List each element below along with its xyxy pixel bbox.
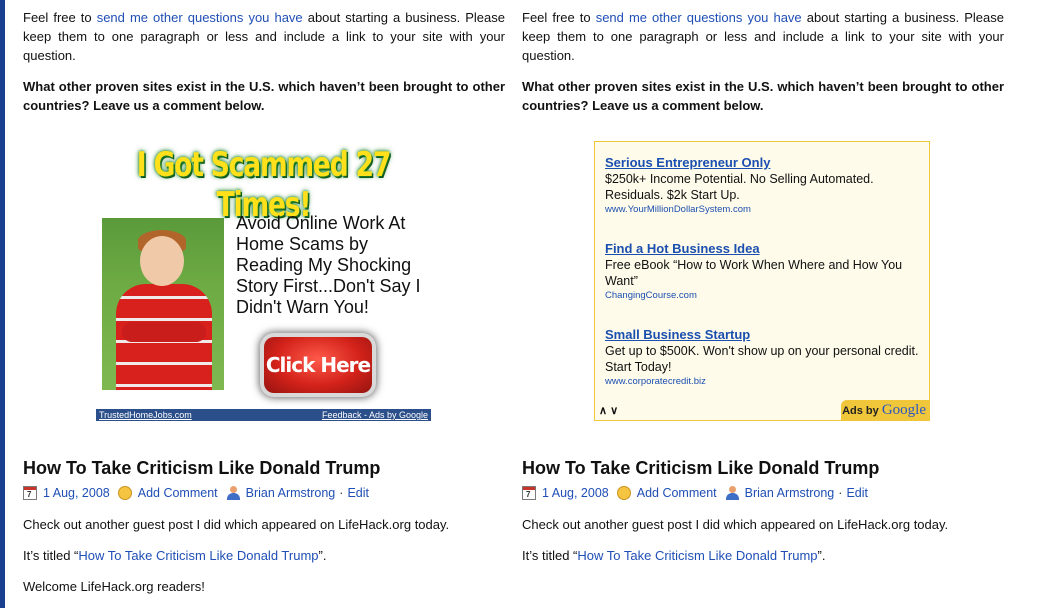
question-paragraph: What other proven sites exist in the U.S… (23, 79, 505, 113)
click-here-button[interactable]: Click Here (264, 337, 372, 393)
titled-text: It’s titled “ (23, 548, 79, 563)
post-title[interactable]: How To Take Criticism Like Donald Trump (522, 458, 879, 479)
ad-description: Get up to $500K. Won't show up on your p… (605, 344, 919, 374)
titled-text-end: ”. (817, 548, 826, 563)
google-text-ad: Serious Entrepreneur Only $250k+ Income … (594, 141, 930, 421)
ad-url[interactable]: www.YourMillionDollarSystem.com (605, 203, 921, 216)
ad-title-link[interactable]: Small Business Startup (605, 327, 921, 343)
ads-by-label: Ads by (842, 405, 882, 417)
ad-unit: Find a Hot Business Idea Free eBook “How… (605, 241, 921, 302)
google-logo: Google (881, 402, 926, 418)
send-questions-link[interactable]: send me other questions you have (596, 10, 802, 25)
comment-bubble-icon (117, 486, 132, 500)
calendar-day: 7 (27, 490, 32, 499)
post-meta: 7 1 Aug, 2008 Add Comment Brian Armstron… (522, 486, 868, 500)
post-column-left: Feel free to send me other questions you… (23, 0, 505, 594)
ad-title-link[interactable]: Serious Entrepreneur Only (605, 155, 921, 171)
titled-text: It’s titled “ (522, 548, 578, 563)
ad-unit: Serious Entrepreneur Only $250k+ Income … (605, 155, 921, 216)
ad-copy: Avoid Online Work At Home Scams by Readi… (236, 213, 421, 317)
post-meta: 7 1 Aug, 2008 Add Comment Brian Armstron… (23, 486, 369, 500)
ads-by-google-badge[interactable]: Ads by Google (841, 400, 929, 420)
calendar-day: 7 (526, 490, 531, 499)
add-comment-link[interactable]: Add Comment (138, 486, 218, 500)
photo-face (140, 236, 184, 286)
calendar-icon: 7 (23, 486, 37, 500)
intro-paragraph: Feel free to send me other questions you… (522, 8, 1004, 65)
article-link[interactable]: How To Take Criticism Like Donald Trump (78, 548, 318, 563)
author-link[interactable]: Brian Armstrong (246, 486, 336, 500)
ad-nav-arrows-icon[interactable]: ∧ ∨ (599, 404, 618, 417)
question-paragraph: What other proven sites exist in the U.S… (522, 79, 1004, 113)
post-paragraph-1: Check out another guest post I did which… (522, 517, 949, 532)
article-link[interactable]: How To Take Criticism Like Donald Trump (577, 548, 817, 563)
ad-description: Free eBook “How to Work When Where and H… (605, 258, 903, 288)
titled-text-end: ”. (318, 548, 327, 563)
comment-bubble-icon (616, 486, 631, 500)
post-column-right: Feel free to send me other questions you… (522, 0, 1004, 563)
edit-link[interactable]: Edit (846, 486, 868, 500)
ad-title-link[interactable]: Find a Hot Business Idea (605, 241, 921, 257)
image-ad[interactable]: I Got Scammed 27 Times! Avoid Online Wor… (96, 141, 431, 421)
post-paragraph-3: Welcome LifeHack.org readers! (23, 579, 205, 594)
post-paragraph-1: Check out another guest post I did which… (23, 517, 450, 532)
ad-description: $250k+ Income Potential. No Selling Auto… (605, 172, 874, 202)
post-paragraph-2: It’s titled “How To Take Criticism Like … (23, 547, 326, 565)
user-icon (725, 486, 739, 500)
user-icon (226, 486, 240, 500)
send-questions-link[interactable]: send me other questions you have (97, 10, 303, 25)
intro-text: Feel free to (23, 10, 97, 25)
meta-separator: · (339, 486, 344, 500)
ad-url[interactable]: www.corporatecredit.biz (605, 375, 921, 388)
edit-link[interactable]: Edit (347, 486, 369, 500)
ad-url[interactable]: ChangingCourse.com (605, 289, 921, 302)
post-date[interactable]: 1 Aug, 2008 (542, 486, 609, 500)
ad-photo-boy (102, 218, 224, 390)
add-comment-link[interactable]: Add Comment (637, 486, 717, 500)
ad-unit: Small Business Startup Get up to $500K. … (605, 327, 921, 388)
author-link[interactable]: Brian Armstrong (745, 486, 835, 500)
intro-paragraph: Feel free to send me other questions you… (23, 8, 505, 65)
calendar-icon: 7 (522, 486, 536, 500)
intro-text: Feel free to (522, 10, 596, 25)
post-title[interactable]: How To Take Criticism Like Donald Trump (23, 458, 380, 479)
left-edge-bar (0, 0, 5, 608)
post-paragraph-2: It’s titled “How To Take Criticism Like … (522, 547, 825, 565)
post-date[interactable]: 1 Aug, 2008 (43, 486, 110, 500)
photo-arms (122, 322, 206, 342)
meta-separator: · (838, 486, 843, 500)
